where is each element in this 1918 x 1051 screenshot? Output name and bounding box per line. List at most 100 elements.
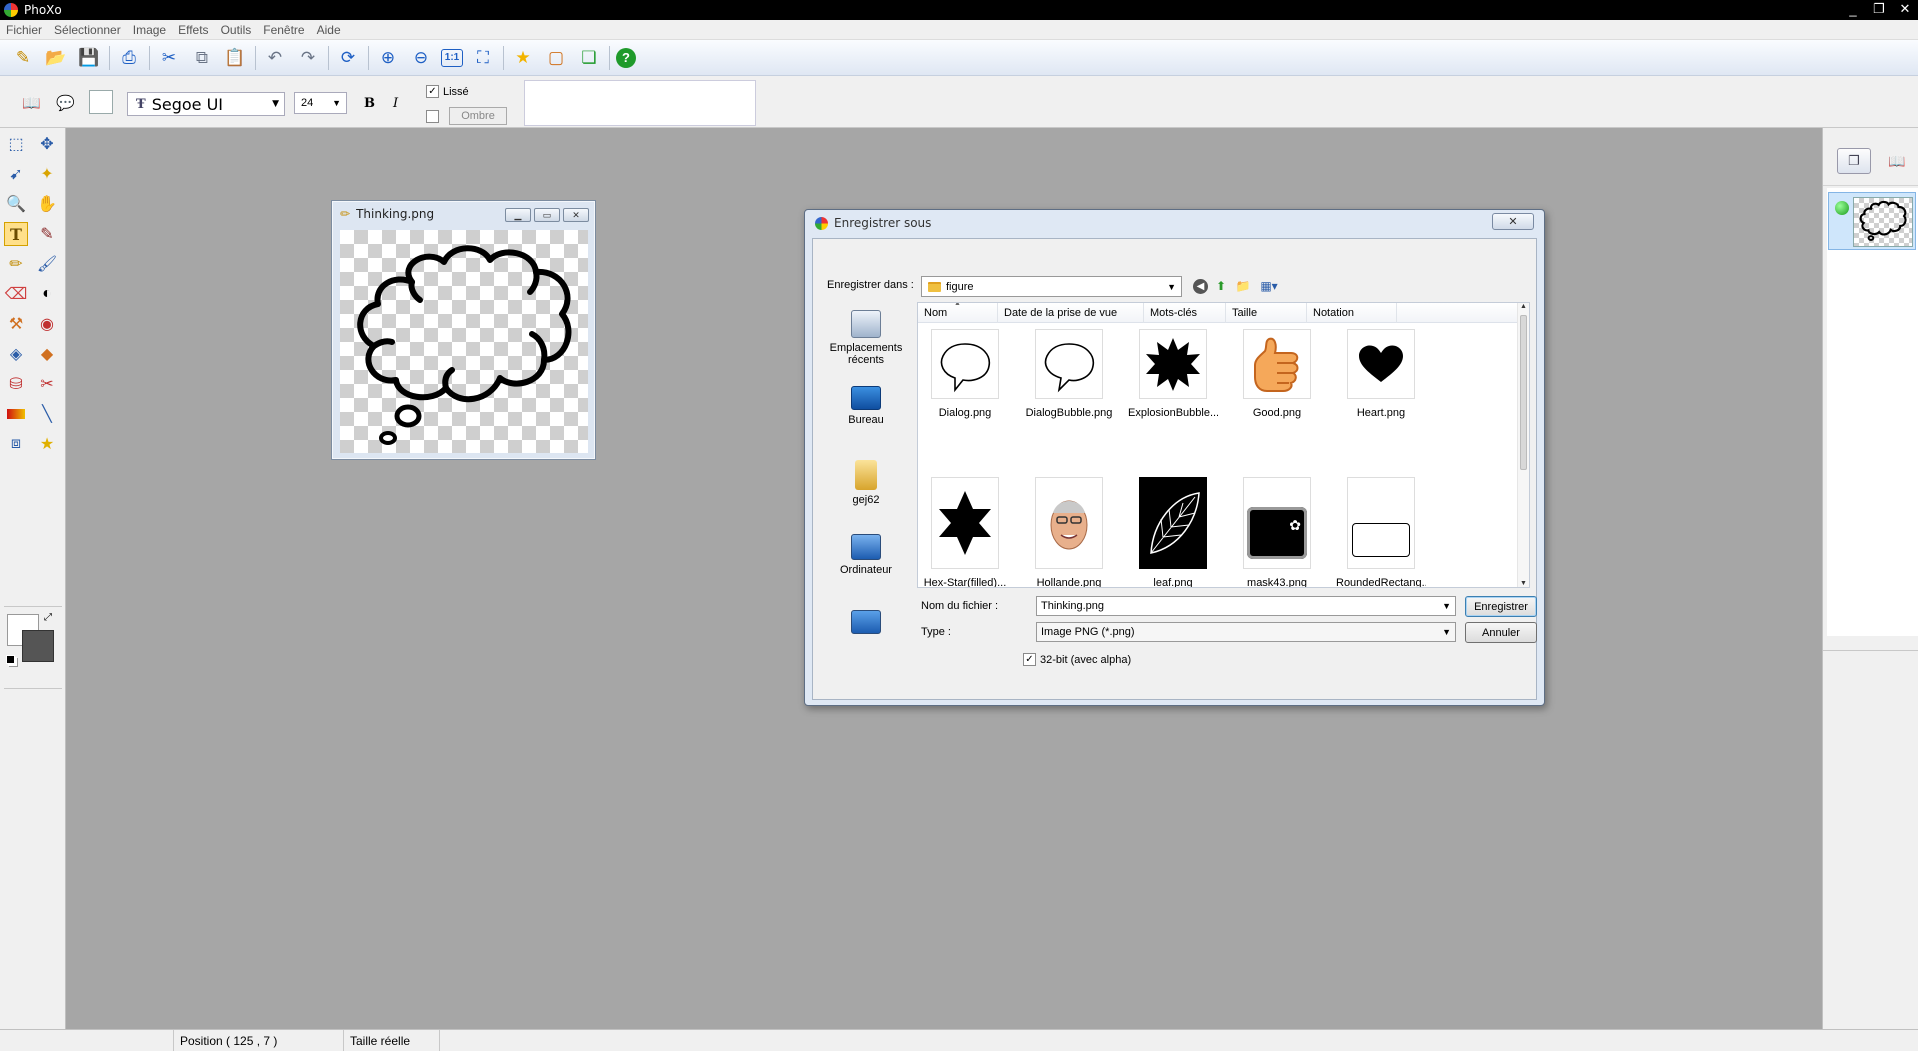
menu-aide[interactable]: Aide <box>311 23 347 37</box>
text-style-book-icon[interactable]: 📖 <box>22 94 41 112</box>
file-item[interactable]: ExplosionBubble... <box>1128 329 1218 419</box>
magic-wand-icon[interactable]: ✦ <box>35 162 59 186</box>
gradient-icon[interactable] <box>4 402 28 426</box>
fit-window-icon[interactable]: ⛶ <box>470 45 496 71</box>
place-recent[interactable]: Emplacements récents <box>823 310 909 366</box>
cancel-button[interactable]: Annuler <box>1465 622 1537 643</box>
doc-close-button[interactable]: ✕ <box>563 208 589 222</box>
new-folder-icon[interactable]: 📁 <box>1234 277 1252 295</box>
italic-button[interactable]: I <box>393 96 398 111</box>
place-computer[interactable]: Ordinateur <box>823 534 909 576</box>
frame-icon[interactable]: ▢ <box>543 45 569 71</box>
back-icon[interactable]: ◀ <box>1193 278 1208 294</box>
eraser-icon[interactable]: ⌫ <box>4 282 28 306</box>
file-item[interactable]: Hollande.png <box>1024 477 1114 587</box>
dialog-close-button[interactable]: ✕ <box>1492 213 1534 230</box>
text-tool-icon[interactable]: T <box>4 222 28 246</box>
open-folder-icon[interactable]: 📂 <box>43 45 69 71</box>
history-tab-icon[interactable]: 📖 <box>1883 148 1911 174</box>
place-desktop[interactable]: Bureau <box>823 386 909 426</box>
file-item[interactable]: Good.png <box>1232 329 1322 419</box>
layers-tab-icon[interactable]: ❐ <box>1837 148 1871 174</box>
place-user[interactable]: gej62 <box>823 460 909 506</box>
view-menu-icon[interactable]: ▦▾ <box>1256 277 1282 295</box>
scroll-up-icon[interactable]: ▲ <box>1520 303 1527 310</box>
print-icon[interactable]: ⎙ <box>116 45 142 71</box>
help-icon[interactable]: ? <box>616 47 636 68</box>
column-rating[interactable]: Notation <box>1307 303 1397 323</box>
save-in-select[interactable]: figure ▼ <box>921 276 1182 297</box>
minimize-button[interactable]: _ <box>1840 0 1866 18</box>
bold-button[interactable]: B <box>364 96 375 111</box>
scroll-down-icon[interactable]: ▼ <box>1520 580 1527 587</box>
menu-fichier[interactable]: Fichier <box>0 23 48 37</box>
zoom-out-icon[interactable]: ⊖ <box>408 45 434 71</box>
close-button[interactable]: ✕ <box>1892 0 1918 18</box>
text-color-swatch[interactable] <box>89 90 113 114</box>
menu-image[interactable]: Image <box>127 23 172 37</box>
chevron-down-icon[interactable]: ▼ <box>1442 601 1451 611</box>
shadow-button[interactable]: Ombre <box>449 107 507 125</box>
paste-icon[interactable]: 📋 <box>222 45 248 71</box>
zoom-in-icon[interactable]: ⊕ <box>375 45 401 71</box>
fill-bucket-icon[interactable]: ◈ <box>4 342 28 366</box>
file-item[interactable]: Dialog.png <box>920 329 1010 419</box>
shadow-checkbox[interactable] <box>426 109 439 123</box>
up-folder-icon[interactable]: ⬆ <box>1212 277 1230 295</box>
scroll-thumb[interactable] <box>1520 315 1527 470</box>
copy-icon[interactable]: ⧉ <box>189 45 215 71</box>
shape-star-icon[interactable]: ★ <box>35 432 59 456</box>
undo-icon[interactable]: ↶ <box>262 45 288 71</box>
menu-outils[interactable]: Outils <box>215 23 258 37</box>
layer-item[interactable] <box>1828 192 1916 250</box>
text-input-area[interactable] <box>524 80 756 126</box>
menu-selectionner[interactable]: Sélectionner <box>48 23 127 37</box>
new-file-icon[interactable]: ✎ <box>10 45 36 71</box>
dialog-titlebar[interactable]: Enregistrer sous <box>805 210 1544 236</box>
save-button[interactable]: Enregistrer <box>1465 596 1537 617</box>
column-name[interactable]: ▲ Nom <box>918 303 998 323</box>
eyedropper-icon[interactable]: ✎ <box>35 222 59 246</box>
font-size-select[interactable]: 24 ▼ <box>294 92 347 114</box>
refresh-icon[interactable]: ⟳ <box>335 45 361 71</box>
place-network[interactable] <box>823 610 909 638</box>
column-keywords[interactable]: Mots-clés <box>1144 303 1226 323</box>
file-item[interactable]: DialogBubble.png <box>1024 329 1114 419</box>
contrast-icon[interactable]: ◐ <box>35 282 59 306</box>
line-tool-icon[interactable]: ╲ <box>35 402 59 426</box>
column-date[interactable]: Date de la prise de vue <box>998 303 1144 323</box>
layers-icon[interactable]: ❏ <box>576 45 602 71</box>
clone-stamp-icon[interactable]: ⚒ <box>4 312 28 336</box>
antialias-checkbox[interactable]: ✓ <box>426 85 439 98</box>
file-list-scrollbar[interactable]: ▲ ▼ <box>1517 303 1529 587</box>
save-icon[interactable]: 💾 <box>76 45 102 71</box>
speech-bubble-icon[interactable]: 💬 <box>56 94 75 112</box>
reset-colors-icon[interactable] <box>6 655 15 664</box>
file-list[interactable]: ▲ Nom Date de la prise de vue Mots-clés T… <box>917 302 1530 588</box>
restore-button[interactable]: ❐ <box>1866 0 1892 18</box>
column-size[interactable]: Taille <box>1226 303 1307 323</box>
red-eye-icon[interactable]: ◉ <box>35 312 59 336</box>
layer-visibility-icon[interactable] <box>1835 201 1849 215</box>
background-color-swatch[interactable] <box>22 630 54 662</box>
menu-fenetre[interactable]: Fenêtre <box>257 23 310 37</box>
lasso-select-icon[interactable]: ➹ <box>4 162 28 186</box>
transform-icon[interactable]: ⧈ <box>4 432 28 456</box>
doc-minimize-button[interactable]: ▁ <box>505 208 531 222</box>
hand-icon[interactable]: ✋ <box>35 192 59 216</box>
file-item[interactable]: ✿ mask43.png <box>1232 477 1322 587</box>
font-family-select[interactable]: Ŧ Segoe UI ▼ <box>127 92 285 116</box>
color-replace-icon[interactable]: ◆ <box>35 342 59 366</box>
move-icon[interactable]: ✥ <box>35 132 59 156</box>
stamp-icon[interactable]: ⛁ <box>4 372 28 396</box>
file-item[interactable]: leaf.png <box>1128 477 1218 587</box>
pencil-icon[interactable]: ✏ <box>4 252 28 276</box>
menu-effets[interactable]: Effets <box>172 23 214 37</box>
file-item[interactable]: RoundedRectang... <box>1336 477 1426 587</box>
actual-size-icon[interactable]: 1:1 <box>441 48 463 67</box>
scissors-icon[interactable]: ✂ <box>35 372 59 396</box>
doc-maximize-button[interactable]: ▭ <box>534 208 560 222</box>
filename-input[interactable]: Thinking.png ▼ <box>1036 596 1456 616</box>
redo-icon[interactable]: ↷ <box>295 45 321 71</box>
favorite-star-icon[interactable]: ★ <box>510 45 536 71</box>
